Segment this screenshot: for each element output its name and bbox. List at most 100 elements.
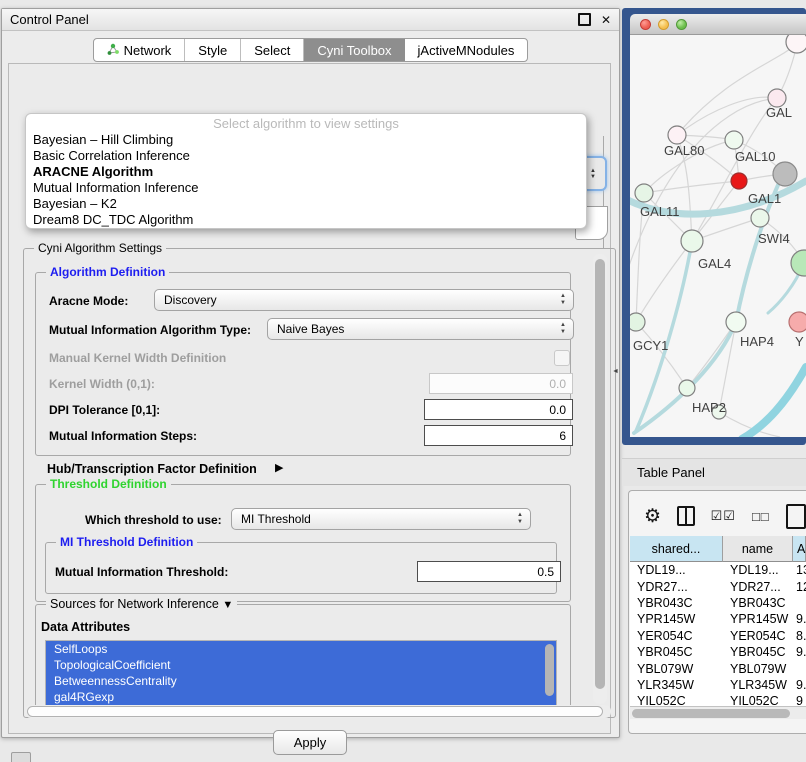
tab-cyni-toolbox[interactable]: Cyni Toolbox xyxy=(304,39,404,61)
mac-zoom-icon[interactable] xyxy=(676,19,687,30)
algorithm-option-basic-correlation[interactable]: Basic Correlation Inference xyxy=(26,148,586,164)
table-row[interactable]: YBR043CYBR043C xyxy=(630,595,806,611)
algorithm-option-dream8[interactable]: Dream8 DC_TDC Algorithm xyxy=(26,212,586,228)
mi-algorithm-type-value: Naive Bayes xyxy=(277,322,344,336)
corner-grid-icon[interactable] xyxy=(11,752,31,762)
mi-algorithm-type-label: Mutual Information Algorithm Type: xyxy=(49,323,251,337)
cyni-toolbox-panel: ▲▼ Select algorithm to view settings Bay… xyxy=(8,63,611,734)
node-gcy1 xyxy=(630,313,645,331)
mi-threshold-field[interactable]: 0.5 xyxy=(417,561,561,582)
which-threshold-select[interactable]: MI Threshold ▲▼ xyxy=(231,508,531,530)
close-icon[interactable]: ✕ xyxy=(601,14,611,26)
hub-tf-definition-label[interactable]: Hub/Transcription Factor Definition xyxy=(47,462,257,476)
apply-button[interactable]: Apply xyxy=(273,730,347,755)
node-gal80 xyxy=(668,126,686,144)
mac-minimize-icon[interactable] xyxy=(658,19,669,30)
mi-steps-label: Mutual Information Steps: xyxy=(49,429,197,443)
aracne-mode-label: Aracne Mode: xyxy=(49,294,128,308)
attributes-scrollbar-thumb[interactable] xyxy=(545,644,554,696)
cyni-algorithm-settings-title: Cyni Algorithm Settings xyxy=(34,241,166,255)
table-row[interactable]: YDL19...YDL19...13 xyxy=(630,562,806,578)
table-row[interactable]: YDR27...YDR27...12 xyxy=(630,578,806,594)
tab-style[interactable]: Style xyxy=(185,39,241,61)
algorithm-option-aracne[interactable]: ARACNE Algorithm xyxy=(26,164,586,180)
spinner-arrows-icon: ▲▼ xyxy=(560,293,566,307)
dpi-tolerance-field[interactable]: 0.0 xyxy=(424,399,573,420)
settings-vscrollbar-track[interactable] xyxy=(593,254,607,704)
attribute-betweennesscentrality[interactable]: BetweennessCentrality xyxy=(46,673,556,689)
table-hscrollbar-track[interactable] xyxy=(630,706,806,719)
manual-kernel-width-checkbox[interactable] xyxy=(554,350,570,366)
aracne-mode-value: Discovery xyxy=(164,293,217,307)
table-row[interactable]: YBL079WYBL079W xyxy=(630,660,806,676)
select-all-icon[interactable]: ☑☑ xyxy=(711,508,736,524)
collapse-right-icon[interactable]: ▶ xyxy=(275,461,283,474)
deselect-all-icon[interactable]: □□ xyxy=(752,509,770,524)
column-header-partial[interactable]: A xyxy=(793,536,806,562)
tab-label: Network xyxy=(124,43,172,58)
mi-algorithm-type-select[interactable]: Naive Bayes ▲▼ xyxy=(267,318,574,340)
algorithm-option-bayesian-k2[interactable]: Bayesian – K2 xyxy=(26,196,586,212)
table-header-row: shared... name A xyxy=(630,536,806,562)
column-layout-icon[interactable] xyxy=(677,506,695,526)
control-panel-title: Control Panel xyxy=(10,12,568,27)
float-window-icon[interactable] xyxy=(578,13,591,26)
aracne-mode-select[interactable]: Discovery ▲▼ xyxy=(154,289,574,311)
threshold-definition-title: Threshold Definition xyxy=(46,477,171,491)
tab-label: jActiveMNodules xyxy=(418,43,515,58)
table-panel-toolbar: ⚙ ☑☑ □□ xyxy=(630,498,806,534)
mi-steps-field[interactable]: 6 xyxy=(424,425,573,446)
node-label-gal1: GAL1 xyxy=(748,191,781,206)
mac-close-icon[interactable] xyxy=(640,19,651,30)
node-label-gal4: GAL4 xyxy=(698,256,731,271)
node-table: shared... name A YDL19...YDL19...13 YDR2… xyxy=(630,536,806,710)
tab-label: Style xyxy=(198,43,227,58)
panel-splitter-handle[interactable]: ◄ xyxy=(612,368,619,375)
algorithm-option-mutual-information[interactable]: Mutual Information Inference xyxy=(26,180,586,196)
kernel-width-label: Kernel Width (0,1): xyxy=(49,377,155,391)
column-header-name[interactable]: name xyxy=(723,536,793,562)
export-table-icon[interactable] xyxy=(786,504,806,529)
data-attributes-list[interactable]: SelfLoops TopologicalCoefficient Between… xyxy=(45,640,557,714)
node-label-hap2: HAP2 xyxy=(692,400,726,415)
settings-hscrollbar-thumb[interactable] xyxy=(27,706,603,717)
settings-vscrollbar-thumb[interactable] xyxy=(595,259,605,689)
collapse-down-icon[interactable]: ▼ xyxy=(222,599,233,611)
algorithm-option-bayesian-hill-climbing[interactable]: Bayesian – Hill Climbing xyxy=(26,132,586,148)
kernel-width-field[interactable]: 0.0 xyxy=(429,373,573,394)
tab-select[interactable]: Select xyxy=(241,39,304,61)
column-header-shared-name[interactable]: shared... xyxy=(630,536,723,562)
network-icon xyxy=(107,43,119,58)
node-hap4 xyxy=(726,312,746,332)
node-gal1 xyxy=(731,173,747,189)
node-label-gcy1: GCY1 xyxy=(633,338,668,353)
network-window-titlebar[interactable] xyxy=(630,14,806,35)
algorithm-popup-placeholder: Select algorithm to view settings xyxy=(26,116,586,132)
which-threshold-value: MI Threshold xyxy=(241,512,311,526)
table-row[interactable]: YER054CYER054C8. xyxy=(630,628,806,644)
settings-hscrollbar-track[interactable] xyxy=(25,705,611,718)
gear-icon[interactable]: ⚙ xyxy=(644,507,661,526)
sources-title: Sources for Network Inference ▼ xyxy=(46,597,237,611)
node-green-large xyxy=(791,250,806,276)
network-canvas[interactable]: GAL GAL80 GAL10 GAL1 GAL11 SWI4 GAL4 GCY… xyxy=(630,35,806,437)
table-row[interactable]: YPR145WYPR145W9. xyxy=(630,611,806,627)
tab-jactivemnodules[interactable]: jActiveMNodules xyxy=(405,39,528,61)
attribute-topologicalcoefficient[interactable]: TopologicalCoefficient xyxy=(46,657,556,673)
attribute-gal4rgexp[interactable]: gal4RGexp xyxy=(46,689,556,705)
node-label-swi4: SWI4 xyxy=(758,231,790,246)
dpi-tolerance-label: DPI Tolerance [0,1]: xyxy=(49,403,160,417)
table-row[interactable]: YLR345WYLR345W9. xyxy=(630,677,806,693)
table-row[interactable]: YBR045CYBR045C9. xyxy=(630,644,806,660)
which-threshold-label: Which threshold to use: xyxy=(85,513,222,527)
node-hap2 xyxy=(679,380,695,396)
node-swi4 xyxy=(751,209,769,227)
control-panel-tab-row: Network Style Select Cyni Toolbox jActiv… xyxy=(2,38,619,62)
spinner-arrows-icon: ▲▼ xyxy=(517,512,523,526)
control-panel-tab-bar: Network Style Select Cyni Toolbox jActiv… xyxy=(93,38,529,62)
attribute-selfloops[interactable]: SelfLoops xyxy=(46,641,556,657)
table-hscrollbar-thumb[interactable] xyxy=(632,709,790,718)
tab-network[interactable]: Network xyxy=(94,39,186,61)
node-label-gal-partial: GAL xyxy=(766,105,792,120)
tab-label: Select xyxy=(254,43,290,58)
